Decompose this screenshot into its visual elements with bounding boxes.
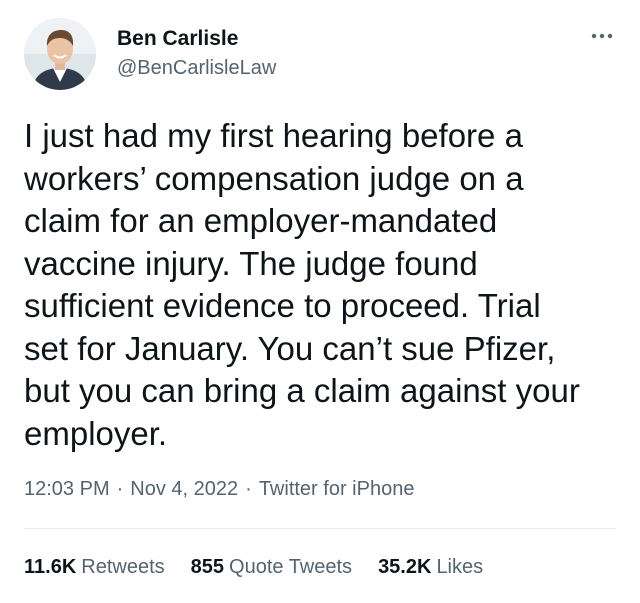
retweets-stat[interactable]: 11.6K Retweets: [24, 556, 165, 579]
meta-separator: ·: [116, 478, 124, 500]
more-options-button[interactable]: [584, 22, 620, 50]
divider: [24, 528, 616, 529]
retweets-label: Retweets: [81, 556, 165, 578]
tweet-time[interactable]: 12:03 PM: [24, 478, 110, 500]
meta-separator: ·: [245, 478, 252, 500]
engagement-stats: 11.6K Retweets 855 Quote Tweets 35.2K Likes: [24, 556, 483, 579]
likes-label: Likes: [436, 556, 484, 578]
author-display-name[interactable]: Ben Carlisle: [117, 27, 238, 51]
likes-count: 35.2K: [378, 556, 432, 578]
tweet-card: Ben Carlisle @BenCarlisleLaw I just had …: [0, 0, 640, 603]
likes-stat[interactable]: 35.2K Likes: [378, 556, 483, 579]
retweets-count: 11.6K: [24, 556, 77, 578]
more-horizontal-icon: [591, 33, 613, 39]
author-handle[interactable]: @BenCarlisleLaw: [117, 57, 276, 80]
avatar[interactable]: [24, 18, 96, 90]
quote-tweets-label: Quote Tweets: [229, 556, 353, 578]
quote-tweets-count: 855: [190, 556, 225, 578]
quote-tweets-stat[interactable]: 855 Quote Tweets: [191, 556, 352, 579]
tweet-date[interactable]: Nov 4, 2022: [130, 478, 238, 500]
tweet-source[interactable]: Twitter for iPhone: [259, 478, 415, 500]
tweet-metadata: 12:03 PM · Nov 4, 2022 · Twitter for iPhone: [24, 478, 414, 501]
tweet-text: I just had my first hearing before a wor…: [24, 117, 580, 452]
avatar-photo: [24, 18, 96, 90]
